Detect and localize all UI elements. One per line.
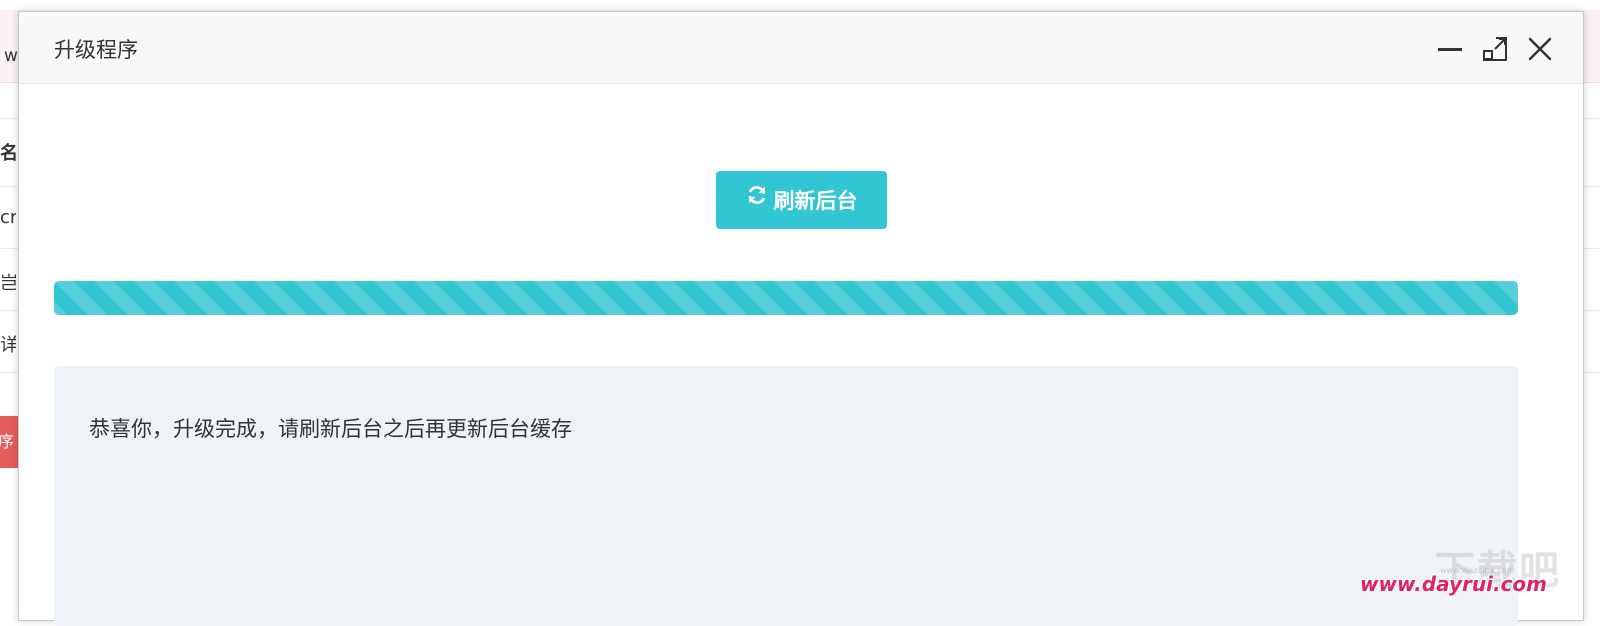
- refresh-icon: [746, 170, 768, 228]
- maximize-button[interactable]: [1482, 36, 1508, 62]
- close-icon: [1528, 37, 1552, 61]
- background-row-text: 详: [0, 335, 16, 356]
- refresh-admin-button[interactable]: 刷新后台: [716, 171, 887, 229]
- modal-title: 升级程序: [54, 38, 138, 62]
- minimize-button[interactable]: [1437, 36, 1463, 62]
- background-row-text: cr: [0, 207, 16, 228]
- upgrade-modal: 升级程序 刷新后台 恭喜你，升级完成，请刷新后台之后再更新后台缓存: [18, 11, 1584, 626]
- background-row-text: 名: [0, 143, 16, 164]
- background-row-text: 岂: [0, 273, 16, 294]
- watermark-url: www.dayrui.com: [1360, 572, 1547, 596]
- result-message: 恭喜你，升级完成，请刷新后台之后再更新后台缓存: [89, 417, 572, 441]
- background-topbar-text: w: [4, 46, 18, 66]
- result-well: 恭喜你，升级完成，请刷新后台之后再更新后台缓存: [54, 366, 1518, 626]
- minimize-icon: [1438, 48, 1462, 51]
- upgrade-progress: [54, 281, 1518, 315]
- close-button[interactable]: [1527, 36, 1553, 62]
- modal-header: 升级程序: [19, 12, 1583, 84]
- refresh-admin-label: 刷新后台: [773, 189, 858, 213]
- modal-body: 刷新后台 恭喜你，升级完成，请刷新后台之后再更新后台缓存: [19, 84, 1583, 626]
- maximize-icon: [1483, 37, 1507, 61]
- upgrade-progress-bar: [54, 281, 1518, 315]
- background-red-button: 序: [0, 416, 20, 468]
